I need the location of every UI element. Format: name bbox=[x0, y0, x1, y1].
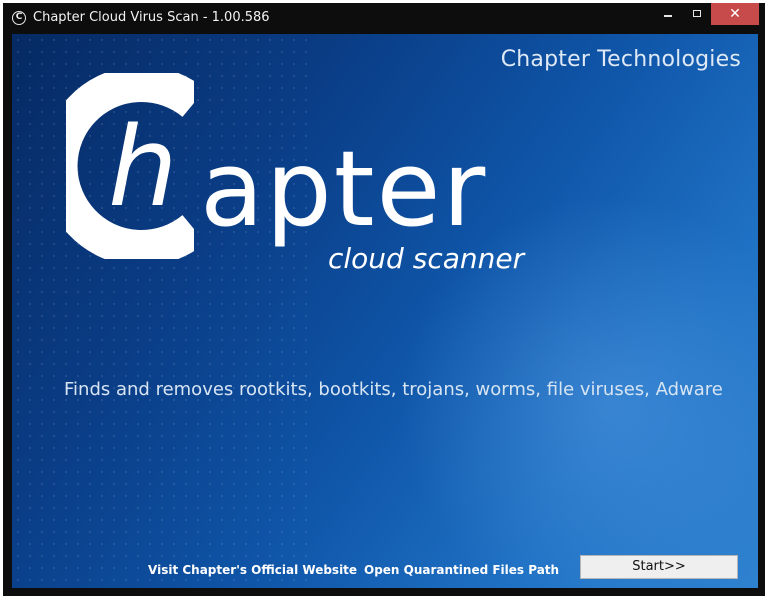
app-window: C Chapter Cloud Virus Scan - 1.00.586 ✕ … bbox=[3, 3, 765, 596]
minimize-button[interactable] bbox=[655, 3, 682, 25]
minimize-icon bbox=[664, 15, 672, 17]
title-bar[interactable]: C Chapter Cloud Virus Scan - 1.00.586 ✕ bbox=[3, 3, 765, 34]
official-website-link[interactable]: Visit Chapter's Official Website bbox=[148, 563, 357, 577]
company-name: Chapter Technologies bbox=[500, 47, 741, 72]
quarantined-files-link[interactable]: Open Quarantined Files Path bbox=[364, 563, 559, 577]
logo-wordmark: apter bbox=[200, 128, 488, 250]
maximize-icon bbox=[693, 10, 701, 17]
main-panel: Chapter Technologies h apter cloud scann… bbox=[12, 34, 758, 588]
start-button[interactable]: Start>> bbox=[580, 555, 738, 579]
window-title: Chapter Cloud Virus Scan - 1.00.586 bbox=[33, 10, 270, 25]
maximize-button[interactable] bbox=[684, 3, 711, 25]
logo-subtitle: cloud scanner bbox=[328, 242, 525, 275]
close-button[interactable]: ✕ bbox=[711, 3, 759, 25]
product-tagline: Finds and removes rootkits, bootkits, tr… bbox=[64, 379, 723, 400]
close-icon: ✕ bbox=[729, 6, 741, 22]
logo-letter-h: h bbox=[108, 103, 178, 231]
chapter-app-icon[interactable]: C bbox=[12, 11, 26, 25]
